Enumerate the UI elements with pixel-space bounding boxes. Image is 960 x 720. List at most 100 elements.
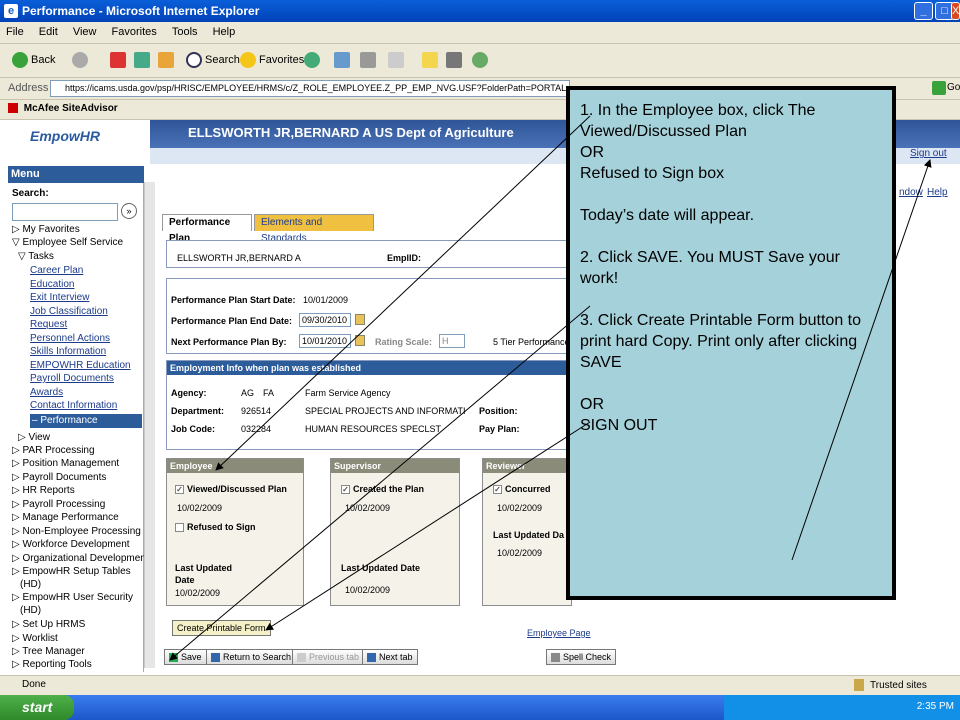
sidebar-item-payroll-processing[interactable]: ▷ Payroll Processing [12, 499, 105, 511]
sign-out-link[interactable]: Sign out [910, 148, 947, 159]
sidebar-item-hr-reports[interactable]: ▷ HR Reports [12, 485, 75, 497]
reviewer-panel-heading: Reviewer [483, 459, 571, 473]
department-name: SPECIAL PROJECTS AND INFORMATI [305, 406, 466, 416]
sidebar-item-tree-manager[interactable]: ▷ Tree Manager [12, 646, 85, 658]
tab-performance-plan[interactable]: Performance Plan [162, 214, 252, 244]
print-button[interactable] [360, 52, 379, 68]
messenger-button[interactable] [472, 52, 491, 68]
home-icon [158, 52, 174, 68]
sidebar-link-empowhr-education[interactable]: EMPOWHR Education [30, 360, 131, 372]
sidebar-link-awards[interactable]: Awards [30, 387, 63, 399]
forward-button[interactable] [72, 52, 91, 68]
menu-tools[interactable]: Tools [166, 22, 204, 42]
next-plan-input[interactable]: 10/01/2010 [299, 334, 351, 348]
sidebar-item-manage-performance[interactable]: ▷ Manage Performance [12, 512, 119, 524]
refused-checkbox[interactable]: Refused to Sign [175, 522, 256, 533]
next-plan-label: Next Performance Plan By: [171, 337, 287, 347]
search-button[interactable]: Search [186, 52, 240, 68]
sidebar-link-career-plan[interactable]: Career Plan [30, 265, 83, 277]
next-tab-button[interactable]: Next tab [362, 649, 418, 665]
concurred-checkbox[interactable]: ✓ Concurred [493, 484, 551, 495]
refresh-button[interactable] [134, 52, 153, 68]
job-name: HUMAN RESOURCES SPECLST [305, 424, 442, 434]
save-button[interactable]: Save [164, 649, 207, 665]
address-input[interactable]: https://icams.usda.gov/psp/HRISC/EMPLOYE… [50, 80, 570, 97]
research-button[interactable] [446, 52, 465, 68]
viewed-checkbox[interactable]: ✓ Viewed/Discussed Plan [175, 484, 287, 495]
sidebar-item-non-employee[interactable]: ▷ Non-Employee Processing [12, 526, 141, 538]
menu-view[interactable]: View [67, 22, 103, 42]
save-icon [169, 653, 178, 663]
edit-button[interactable] [388, 52, 407, 68]
search-go-icon[interactable]: » [121, 203, 137, 219]
sidebar-search-input[interactable] [12, 203, 118, 221]
menu-edit[interactable]: Edit [33, 22, 64, 42]
reviewer-last-updated: Last Updated Da [493, 530, 565, 540]
sidebar-item-position[interactable]: ▷ Position Management [12, 458, 119, 470]
sidebar-link-exit-interview[interactable]: Exit Interview [30, 292, 89, 304]
plan-dates-box: Performance Plan Start Date: 10/01/2009 … [166, 278, 576, 354]
sidebar-link-personnel-actions[interactable]: Personnel Actions [30, 333, 110, 345]
back-button[interactable]: Back [12, 52, 55, 68]
go-label[interactable]: Go [947, 82, 960, 93]
go-arrow-icon[interactable] [932, 81, 946, 95]
menu-bar: File Edit View Favorites Tools Help [0, 22, 960, 44]
sidebar-item-setup-tables[interactable]: ▷ EmpowHR Setup Tables [12, 566, 131, 578]
sidebar-link-payroll-documents[interactable]: Payroll Documents [30, 373, 114, 385]
sidebar-link-education[interactable]: Education [30, 279, 74, 291]
tab-elements-standards[interactable]: Elements and Standards [254, 214, 374, 244]
sidebar-item-user-security[interactable]: ▷ EmpowHR User Security [12, 592, 133, 604]
sidebar-link-skills[interactable]: Skills Information [30, 346, 106, 358]
previous-tab-button[interactable]: Previous tab [292, 649, 365, 665]
employee-page-link[interactable]: Employee Page [527, 628, 591, 638]
sidebar-scrollbar[interactable] [144, 182, 155, 668]
mail-button[interactable] [334, 52, 353, 68]
checkbox-checked-icon: ✓ [341, 485, 350, 495]
close-button[interactable]: X [951, 2, 960, 20]
start-date-label: Performance Plan Start Date: [171, 295, 296, 305]
sidebar-item-tasks[interactable]: ▽ Tasks [18, 251, 54, 263]
spell-check-button[interactable]: Spell Check [546, 649, 617, 665]
sidebar-item-favorites[interactable]: ▷ My Favorites [12, 224, 80, 236]
minimize-button[interactable]: _ [914, 2, 933, 20]
menu-file[interactable]: File [0, 22, 30, 42]
help-link[interactable]: Help [927, 187, 948, 198]
sidebar-item-reporting-tools[interactable]: ▷ Reporting Tools [12, 659, 92, 671]
create-printable-form-button[interactable]: Create Printable Form [172, 620, 271, 636]
research-icon [446, 52, 462, 68]
sidebar-link-request[interactable]: Request [30, 319, 67, 331]
mcafee-siteadvisor[interactable]: McAfee SiteAdvisor [24, 103, 118, 114]
created-checkbox[interactable]: ✓ Created the Plan [341, 484, 424, 495]
new-window-link[interactable]: ndow [899, 187, 923, 198]
rating-scale-input[interactable]: H [439, 334, 465, 348]
sidebar-item-par[interactable]: ▷ PAR Processing [12, 445, 95, 457]
agency-name: Farm Service Agency [305, 388, 391, 398]
checkbox-icon [175, 523, 184, 533]
start-button[interactable]: start [0, 695, 74, 720]
sidebar-link-job-classification[interactable]: Job Classification [30, 306, 108, 318]
system-tray: 2:35 PM [724, 695, 960, 720]
history-button[interactable] [304, 52, 323, 68]
sidebar-item-workforce[interactable]: ▷ Workforce Development [12, 539, 130, 551]
menu-help[interactable]: Help [207, 22, 242, 42]
sidebar-item-performance[interactable]: – Performance [30, 414, 142, 428]
sidebar-link-contact-info[interactable]: Contact Information [30, 400, 117, 412]
calendar-icon[interactable] [355, 335, 365, 346]
return-to-search-button[interactable]: Return to Search [206, 649, 297, 665]
home-button[interactable] [158, 52, 177, 68]
sidebar-item-view[interactable]: ▷ View [18, 432, 50, 444]
calendar-icon[interactable] [355, 314, 365, 325]
sidebar-item-worklist[interactable]: ▷ Worklist [12, 633, 58, 645]
folder-button[interactable] [422, 52, 441, 68]
favorites-button[interactable]: Favorites [240, 52, 304, 68]
supervisor-last-date: 10/02/2009 [345, 585, 391, 595]
sidebar-item-payroll-docs[interactable]: ▷ Payroll Documents [12, 472, 106, 484]
sidebar-item-organizational[interactable]: ▷ Organizational Development [12, 553, 149, 565]
sidebar-item-self-service[interactable]: ▽ Employee Self Service [12, 237, 123, 249]
end-date-input[interactable]: 09/30/2010 [299, 313, 351, 327]
sidebar-item-setup-hrms[interactable]: ▷ Set Up HRMS [12, 619, 85, 631]
concurred-date: 10/02/2009 [497, 503, 543, 513]
stop-button[interactable] [110, 52, 129, 68]
menu-favorites[interactable]: Favorites [106, 22, 163, 42]
employee-last-date: 10/02/2009 [175, 588, 221, 598]
